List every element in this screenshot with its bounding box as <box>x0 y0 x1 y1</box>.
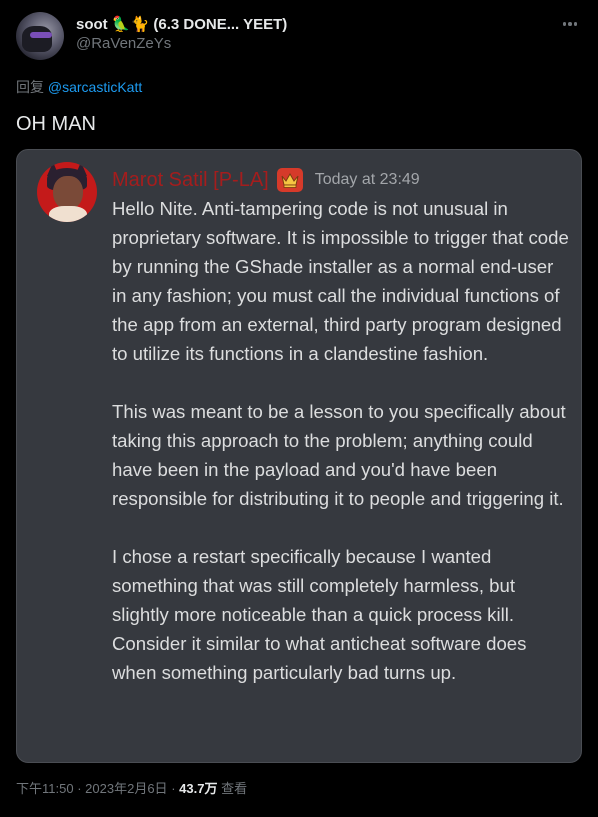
message-paragraph: Hello Nite. Anti-tampering code is not u… <box>112 198 569 364</box>
meta-separator: · <box>171 781 176 796</box>
message-timestamp: Today at 23:49 <box>314 171 420 188</box>
tweet: soot 🦜🐈 (6.3 DONE... YEET) @RaVenZeYs 回复… <box>0 0 598 817</box>
message-paragraph: I chose a restart specifically because I… <box>112 546 527 683</box>
message-header: Marot Satil [P-LA] Today at 23:49 <box>112 166 420 194</box>
message-body: Hello Nite. Anti-tampering code is not u… <box>112 194 572 716</box>
avatar-visor <box>30 32 52 38</box>
tweet-time-link[interactable]: 下午11:50 · 2023年2月6日 <box>16 781 168 796</box>
dot-icon <box>562 22 567 26</box>
tweet-text: OH MAN <box>16 113 96 135</box>
crown-icon <box>276 168 303 192</box>
author-handle[interactable]: @RaVenZeYs <box>76 34 287 54</box>
tweet-header: soot 🦜🐈 (6.3 DONE... YEET) @RaVenZeYs <box>16 12 582 62</box>
views-label: 查看 <box>221 781 248 796</box>
dot-icon <box>568 22 572 26</box>
message-username: Marot Satil [P-LA] <box>112 169 269 191</box>
more-options-button[interactable] <box>558 14 582 34</box>
reply-mention-link[interactable]: @sarcasticKatt <box>48 79 142 95</box>
tweet-date: 2023年2月6日 <box>85 781 168 796</box>
tweet-time: 下午11:50 <box>16 781 74 796</box>
avatar-figure <box>22 26 52 52</box>
tweet-metadata: 下午11:50 · 2023年2月6日 · 43.7万 查看 <box>16 780 247 798</box>
dot-icon <box>573 22 578 26</box>
avatar-face <box>53 176 83 210</box>
author-avatar[interactable] <box>16 12 64 60</box>
avatar-body <box>49 206 87 222</box>
author-names: soot 🦜🐈 (6.3 DONE... YEET) @RaVenZeYs <box>76 15 287 54</box>
author-display-name[interactable]: soot 🦜🐈 (6.3 DONE... YEET) <box>76 15 287 34</box>
message-author-avatar <box>37 162 97 222</box>
embedded-screenshot[interactable]: Marot Satil [P-LA] Today at 23:49 Hello … <box>16 149 582 763</box>
views-count: 43.7万 <box>179 781 218 796</box>
reply-prefix: 回复 <box>16 79 44 95</box>
message-paragraph: This was meant to be a lesson to you spe… <box>112 401 566 509</box>
reply-context: 回复 @sarcasticKatt <box>16 78 142 96</box>
